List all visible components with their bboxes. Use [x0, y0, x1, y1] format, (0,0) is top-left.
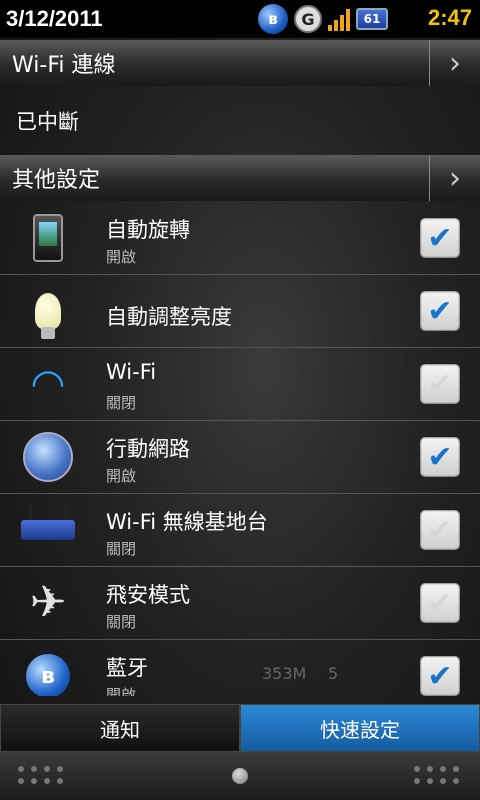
setting-title: Wi-Fi 無線基地台 [106, 510, 268, 534]
quick-settings-list: 自動旋轉 開啟 ✔ 自動調整亮度 ✔ ◠ Wi-Fi 關閉 ✔ 行動網路 開啟 … [0, 202, 480, 696]
wifi-icon: ◠ [30, 361, 66, 407]
setting-checkbox[interactable]: ✔ [420, 656, 460, 696]
setting-checkbox[interactable]: ✔ [420, 291, 460, 331]
bluetooth-status-icon: ʙ [258, 4, 288, 34]
setting-checkbox[interactable]: ✔ [420, 218, 460, 258]
setting-checkbox[interactable]: ✔ [420, 510, 460, 550]
setting-subtitle: 開啟 [106, 248, 137, 266]
network-g-icon: G [294, 5, 322, 33]
setting-checkbox[interactable]: ✔ [420, 437, 460, 477]
airplane-icon: ✈ [29, 577, 67, 628]
status-icons: ʙ G 61 [258, 4, 388, 34]
setting-subtitle: 關閉 [106, 540, 137, 558]
grip-dots-left-icon [18, 766, 64, 784]
status-date: 3/12/2011 [6, 6, 103, 31]
bulb-icon [20, 285, 76, 339]
wifi-connection-title: Wi-Fi 連線 [12, 53, 116, 78]
other-settings-title: 其他設定 [12, 168, 101, 193]
setting-checkbox[interactable]: ✔ [420, 583, 460, 623]
grip-dots-right-icon [414, 766, 460, 784]
setting-row-auto-rotate[interactable]: 自動旋轉 開啟 ✔ [0, 202, 480, 275]
chevron-right-icon[interactable]: › [429, 40, 480, 86]
tab-notifications[interactable]: 通知 [0, 704, 240, 752]
setting-row-airplane-mode[interactable]: ✈ 飛安模式 關閉 ✔ [0, 567, 480, 640]
chevron-right-icon[interactable]: › [429, 155, 480, 201]
setting-title: 自動旋轉 [106, 218, 190, 242]
wifi-status-text: 已中斷 [16, 110, 79, 134]
other-settings-header[interactable]: 其他設定 › [0, 155, 480, 201]
status-bar: 3/12/2011 ʙ G 61 2:47 [0, 0, 480, 38]
signal-strength-icon [328, 7, 350, 31]
bottom-tabs: 通知 快速設定 [0, 704, 480, 752]
setting-row-wifi[interactable]: ◠ Wi-Fi 關閉 ✔ [0, 348, 480, 421]
setting-row-auto-brightness[interactable]: 自動調整亮度 ✔ [0, 275, 480, 348]
setting-checkbox[interactable]: ✔ [420, 364, 460, 404]
count-readout: 5 [328, 664, 339, 683]
setting-title: 藍牙 [106, 656, 148, 680]
setting-title: 自動調整亮度 [106, 305, 232, 329]
setting-title: Wi-Fi [106, 360, 157, 384]
memory-readout: 353M [262, 664, 307, 683]
globe-icon [20, 431, 76, 483]
wifi-connection-header[interactable]: Wi-Fi 連線 › [0, 40, 480, 86]
setting-row-mobile-network[interactable]: 行動網路 開啟 ✔ [0, 421, 480, 494]
setting-subtitle: 開啟 [106, 467, 137, 485]
tab-quick-settings[interactable]: 快速設定 [240, 704, 480, 752]
battery-icon: 61 [356, 8, 388, 30]
router-icon [20, 504, 76, 556]
setting-title: 飛安模式 [106, 583, 190, 607]
handle-knob-icon[interactable] [232, 768, 248, 784]
setting-subtitle: 關閉 [106, 394, 137, 412]
bluetooth-icon: ʙ [20, 650, 76, 696]
status-clock: 2:47 [427, 5, 472, 30]
setting-title: 行動網路 [106, 437, 190, 461]
phone-icon [20, 212, 76, 264]
setting-row-bluetooth[interactable]: ʙ 藍牙 開啟 ✔ [0, 640, 480, 696]
setting-subtitle: 關閉 [106, 613, 137, 631]
setting-subtitle: 開啟 [106, 686, 137, 696]
setting-row-wifi-hotspot[interactable]: Wi-Fi 無線基地台 關閉 ✔ [0, 494, 480, 567]
notification-drag-handle[interactable] [0, 752, 480, 800]
